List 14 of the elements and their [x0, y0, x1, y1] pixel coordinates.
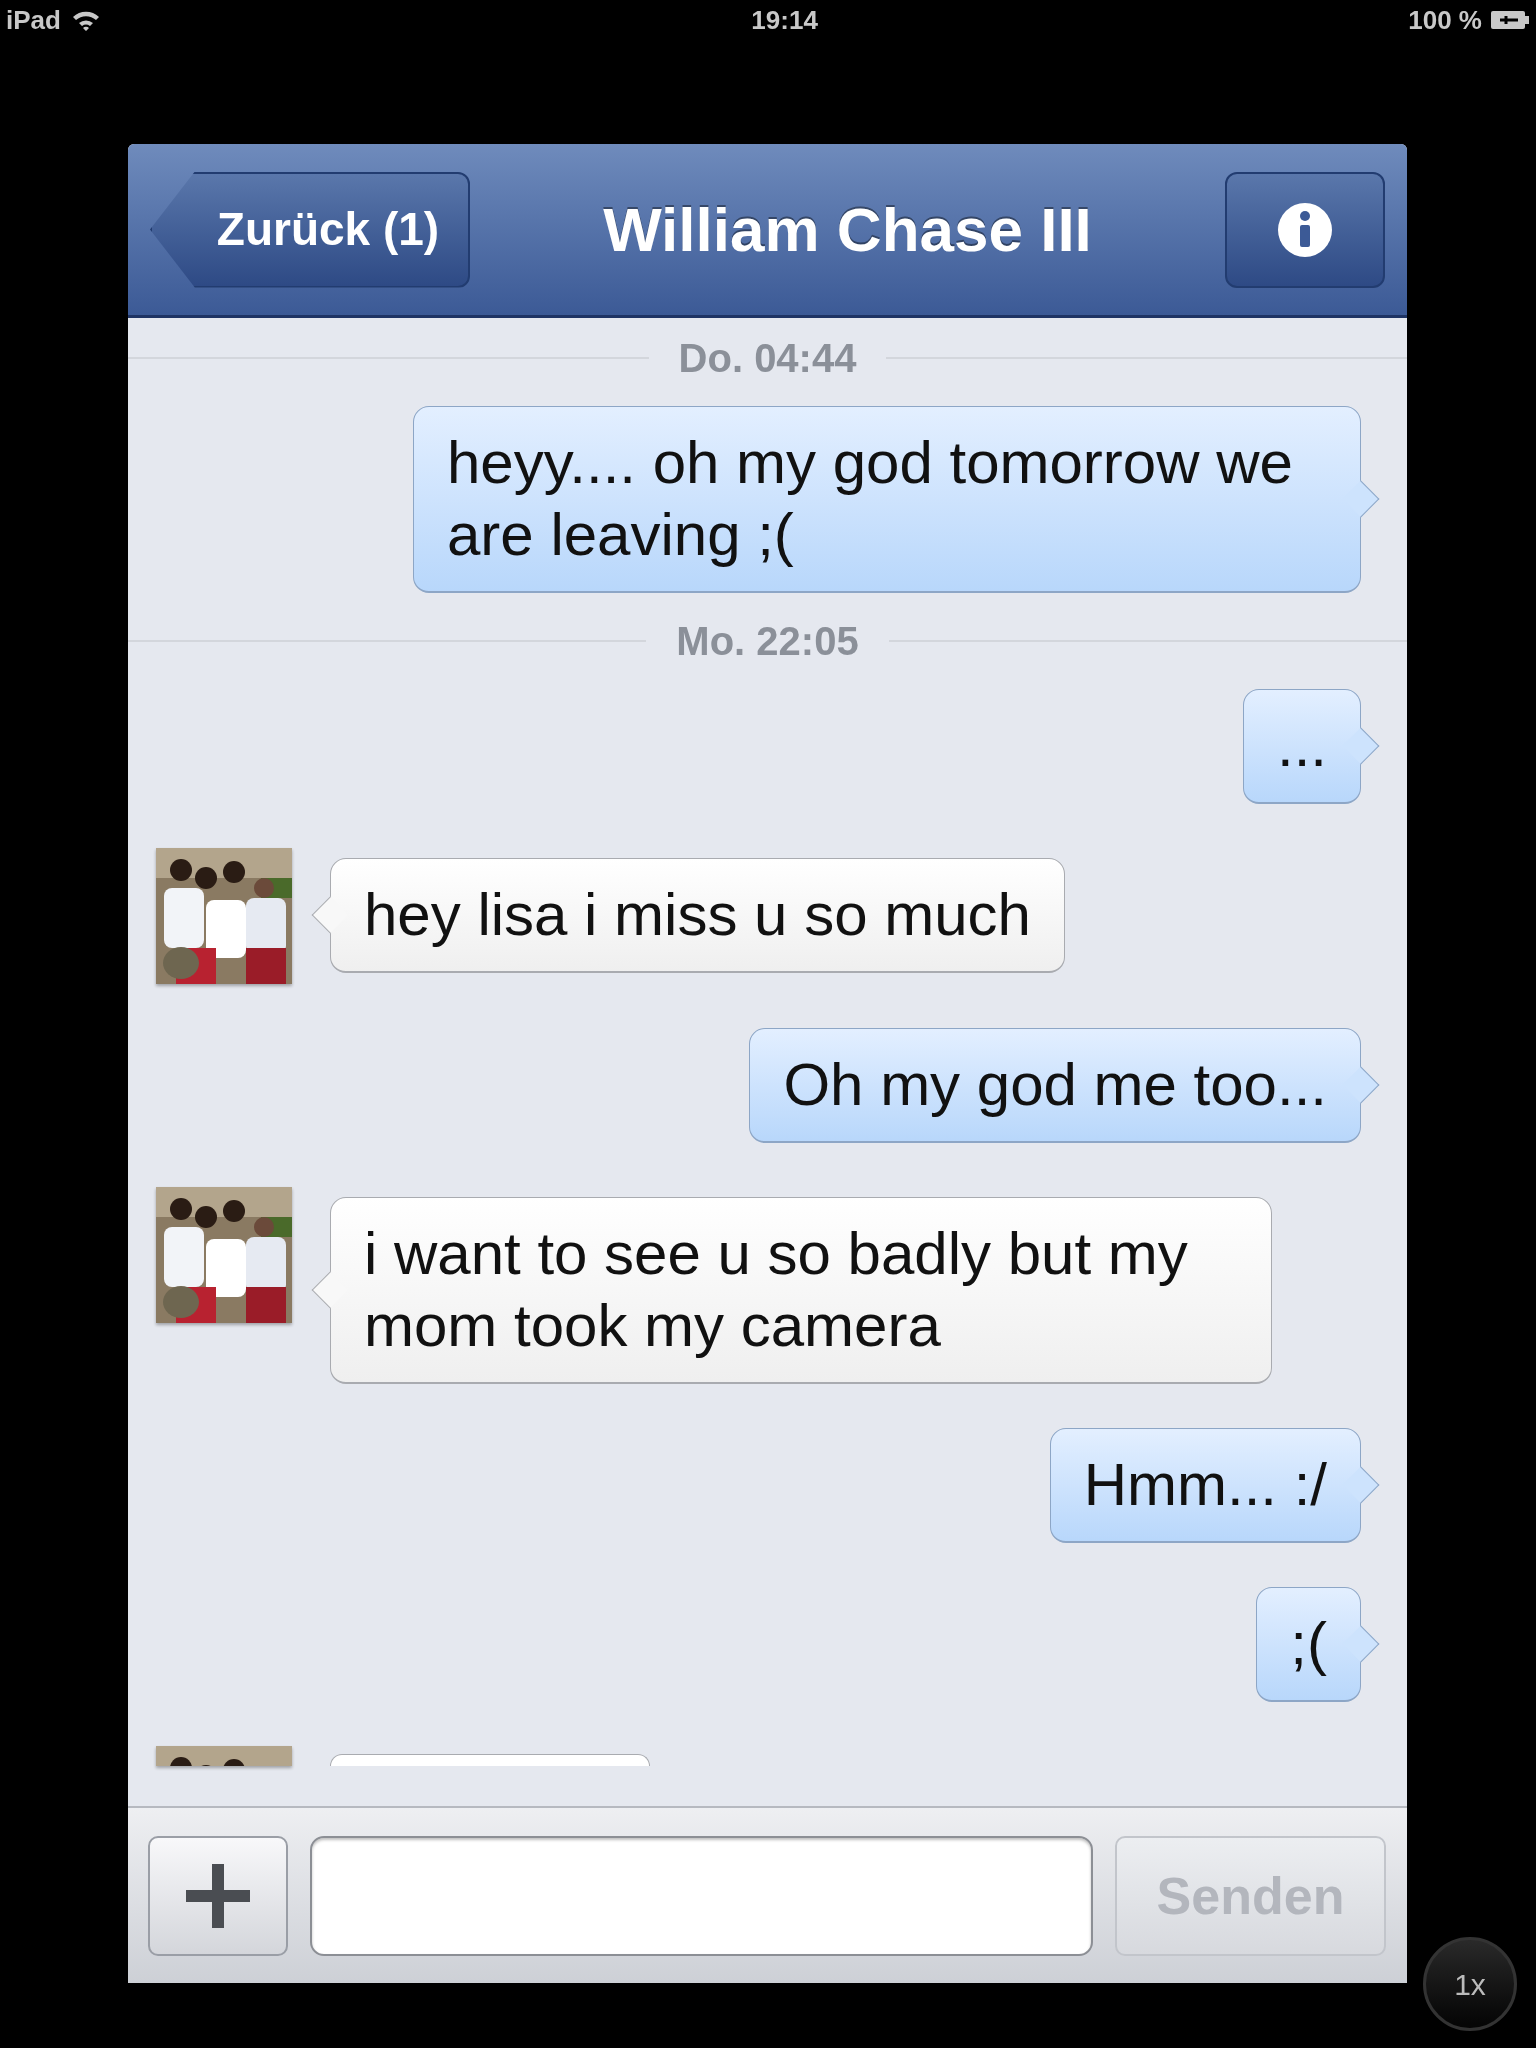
plus-icon	[186, 1863, 250, 1928]
back-button[interactable]: Zurück (1)	[150, 171, 470, 288]
date-separator: Do. 04:44	[678, 335, 857, 382]
conversation-title: William Chase III	[603, 194, 1092, 266]
date-separator: Mo. 22:05	[676, 618, 859, 665]
info-icon	[1277, 201, 1333, 258]
zoom-button[interactable]: 1x	[1423, 1937, 1517, 2031]
message-input-field[interactable]	[310, 1835, 1093, 1956]
battery-icon	[1490, 10, 1530, 30]
battery-level: 100 %	[1408, 3, 1482, 37]
add-button[interactable]	[148, 1835, 288, 1956]
info-button[interactable]	[1225, 171, 1385, 288]
clock: 19:14	[750, 3, 818, 37]
device-name: iPad	[6, 3, 61, 37]
